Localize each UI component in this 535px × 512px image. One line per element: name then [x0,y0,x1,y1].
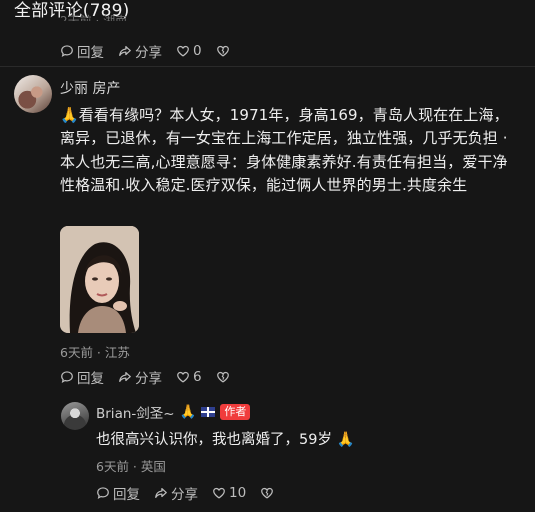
dislike-button[interactable] [216,370,230,384]
comment-username[interactable]: 少丽 房产 [60,78,120,98]
comment-actions: 回复 分享 6 [60,367,230,387]
dislike-button[interactable] [216,44,230,58]
comment-body: 看看有缘吗？本人女，1971年，身高169，青岛人现在在上海，离异，已退休，有一… [60,106,509,194]
reply-body: 也很高兴认识你，我也离婚了，59岁 [96,432,332,448]
reply-user-row: Brian-剑圣~ 🙏 作者 [96,402,251,422]
share-button[interactable]: 分享 [154,483,198,503]
share-label: 分享 [135,371,162,387]
reply-avatar[interactable] [61,402,89,430]
share-label: 分享 [171,487,198,503]
like-count: 0 [193,43,202,59]
folded-hands-icon: 🙏 [179,404,197,420]
reply-label: 回复 [77,371,104,387]
reply-button[interactable]: 回复 [60,41,104,61]
share-arrow-icon [155,488,167,498]
previous-comment-meta: 2天前 · 湖南 [60,14,128,21]
reply-button[interactable]: 回复 [60,367,104,387]
previous-comment-actions: 回复 分享 0 [60,41,230,61]
reply-label: 回复 [113,487,140,503]
like-count: 10 [229,485,247,501]
divider [0,66,535,67]
reply-label: 回复 [77,45,104,61]
author-badge: 作者 [220,404,251,420]
share-button[interactable]: 分享 [118,367,162,387]
heart-icon [213,487,225,499]
like-button[interactable]: 10 [212,485,246,501]
comment-text: 🙏看看有缘吗？本人女，1971年，身高169，青岛人现在在上海，离异，已退休，有… [60,104,522,197]
comment-photo[interactable] [60,226,139,333]
comment-meta: 6天前 · 江苏 [60,345,130,360]
portrait-image [60,226,139,333]
like-count: 6 [193,369,202,385]
like-button[interactable]: 0 [176,43,202,59]
reply-bubble-icon [61,371,73,384]
folded-hands-icon: 🙏 [60,106,79,124]
uk-flag-icon [201,407,216,417]
reply-meta: 6天前 · 英国 [96,459,166,474]
reply-text: 也很高兴认识你，我也离婚了，59岁 🙏 [96,428,355,449]
broken-heart-icon [261,487,274,499]
reply-actions: 回复 分享 10 [96,483,274,503]
share-button[interactable]: 分享 [118,41,162,61]
dislike-button[interactable] [260,486,274,500]
share-label: 分享 [135,45,162,61]
reply-username[interactable]: Brian-剑圣~ [96,402,175,422]
share-arrow-icon [119,372,131,382]
share-arrow-icon [119,46,131,56]
reply-bubble-icon [61,45,73,58]
broken-heart-icon [216,45,229,57]
heart-icon [177,45,189,57]
avatar[interactable] [14,75,52,113]
reply-bubble-icon [97,487,109,500]
reply-button[interactable]: 回复 [96,483,140,503]
heart-icon [177,371,189,383]
like-button[interactable]: 6 [176,369,202,385]
broken-heart-icon [216,371,229,383]
folded-hands-icon: 🙏 [336,432,355,448]
